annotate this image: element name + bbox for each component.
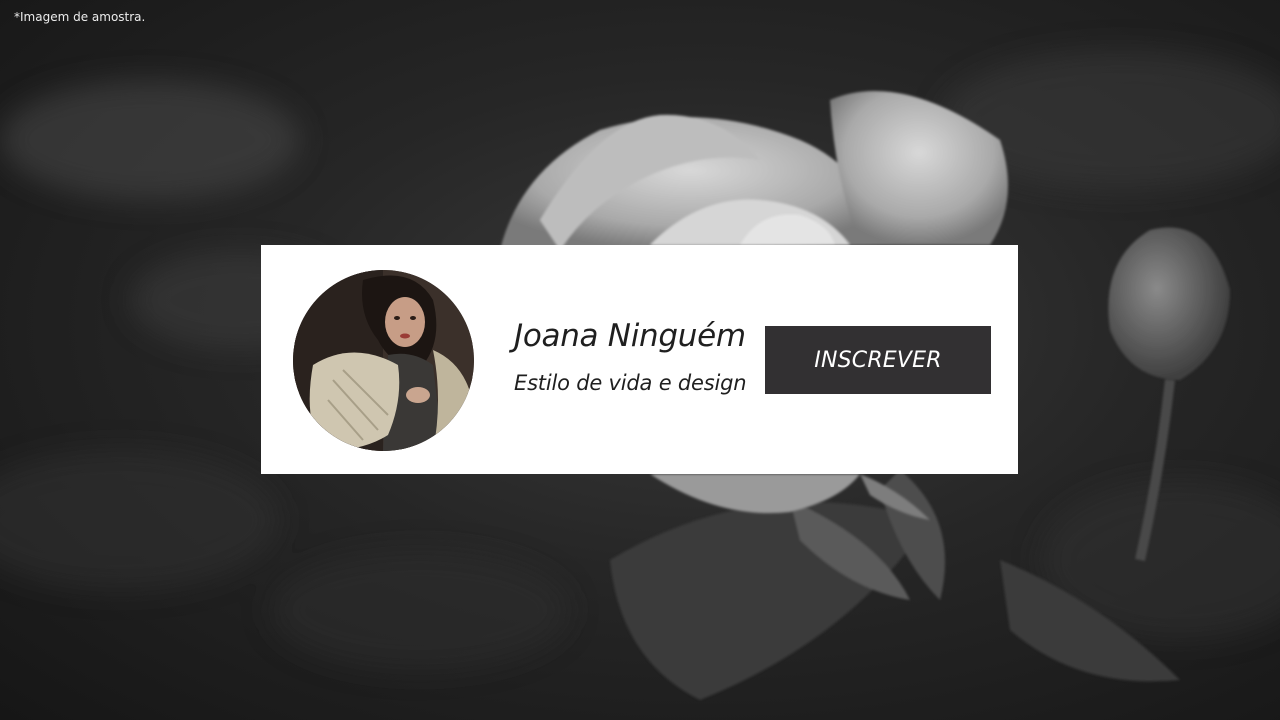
profile-card: Joana Ninguém Estilo de vida e design IN… — [261, 245, 1018, 474]
profile-tagline: Estilo de vida e design — [514, 371, 747, 395]
profile-photo-icon — [293, 270, 474, 451]
sample-image-note: *Imagem de amostra. — [14, 10, 146, 24]
profile-name: Joana Ninguém — [514, 318, 746, 354]
avatar — [293, 270, 474, 451]
page: *Imagem de amostra. Joana Ninguém Estilo… — [0, 0, 1280, 720]
subscribe-button[interactable]: INSCREVER — [765, 326, 991, 394]
